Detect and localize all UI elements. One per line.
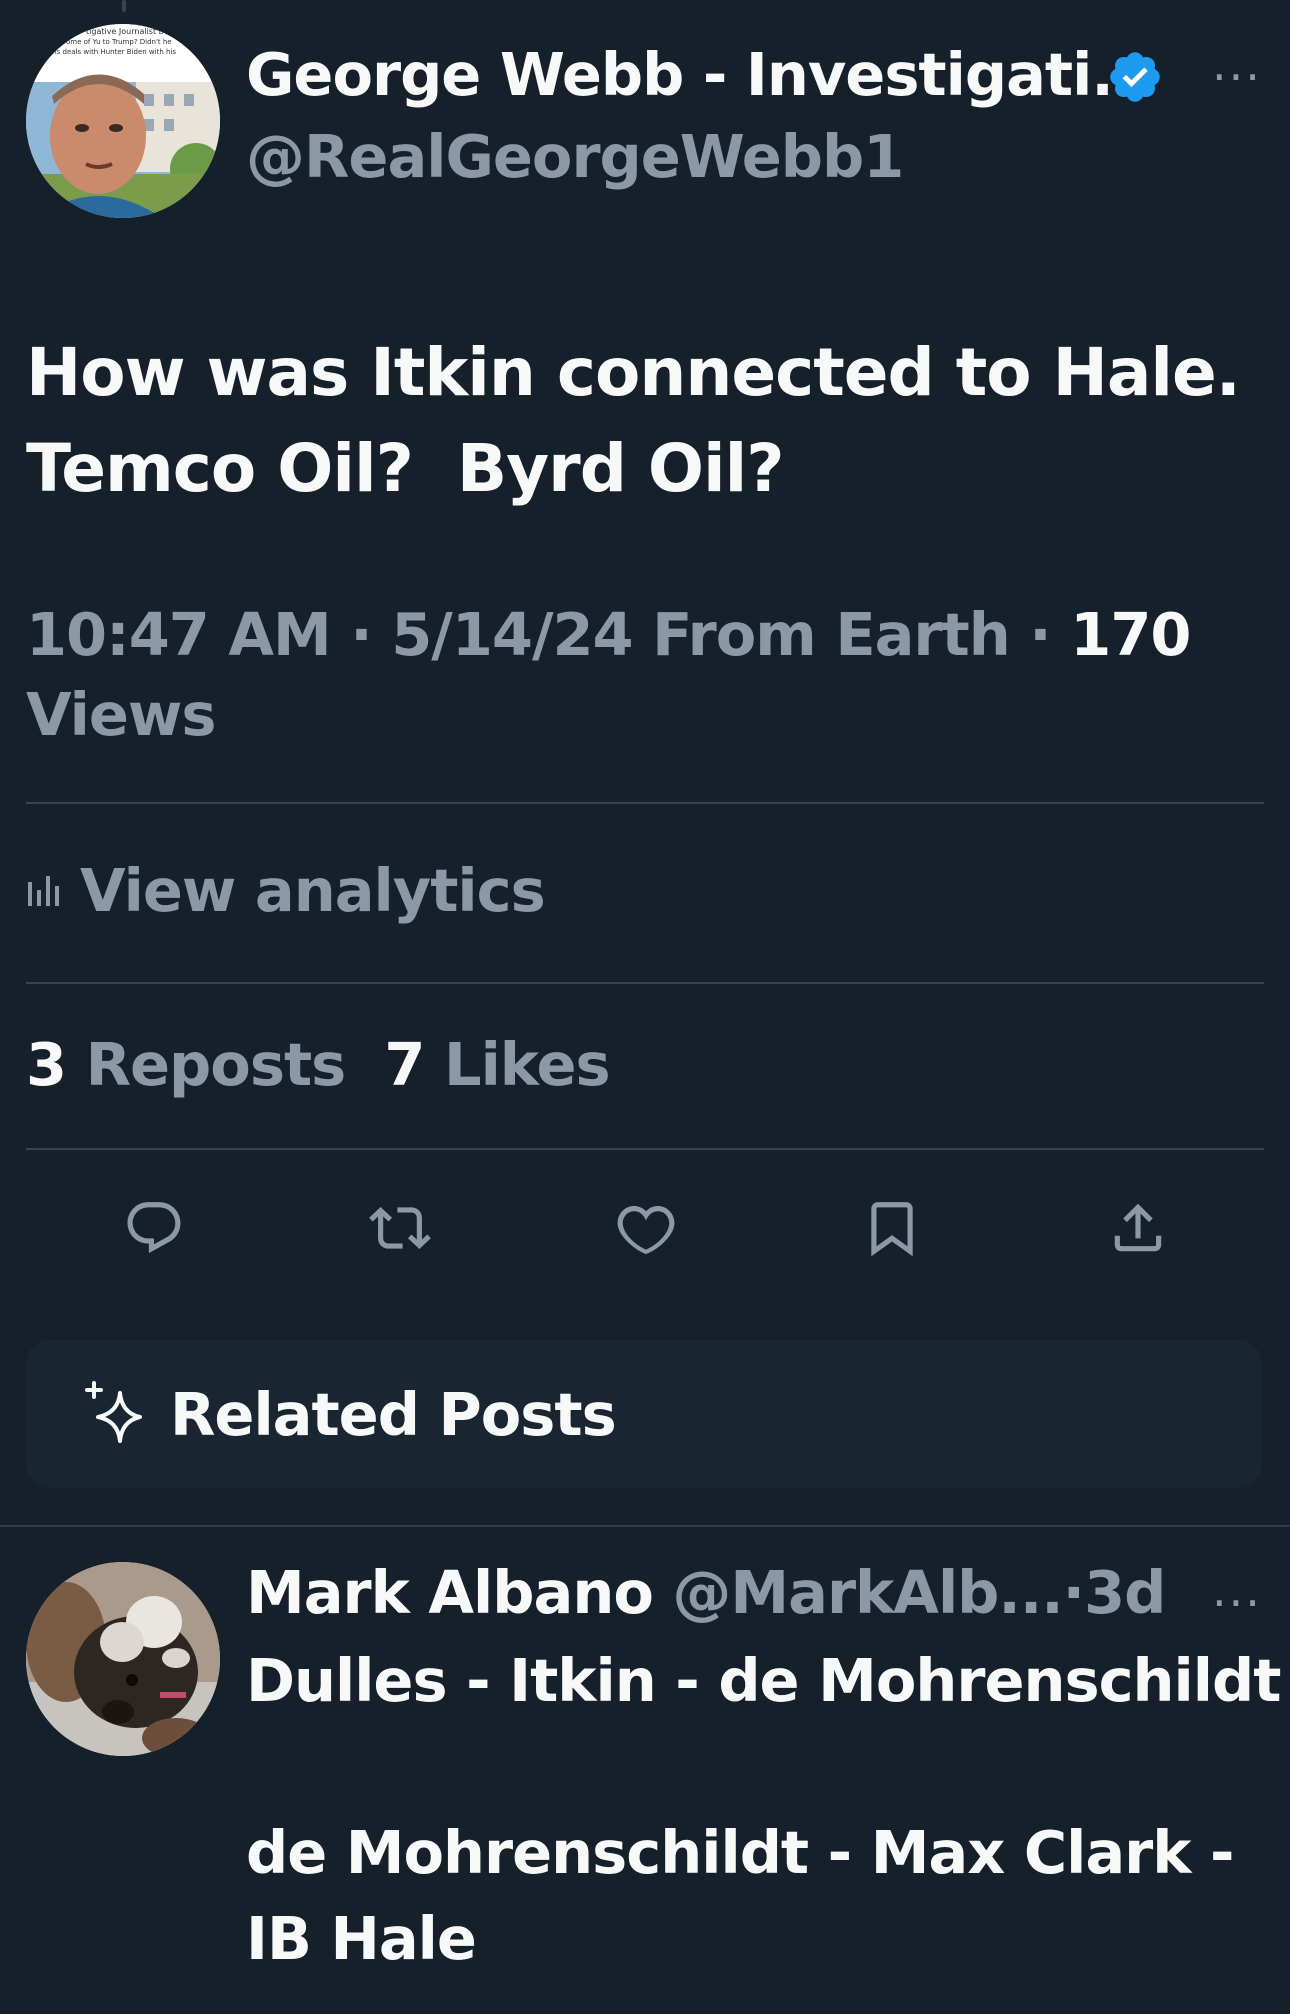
thread-connector <box>122 0 126 12</box>
more-options-icon[interactable]: ··· <box>1212 50 1262 104</box>
reply-text: Dulles - Itkin - de Mohrenschildt de Moh… <box>246 1638 1281 1982</box>
author-handle[interactable]: @RealGeorgeWebb1 <box>246 122 904 191</box>
bookmark-icon[interactable] <box>852 1188 932 1268</box>
sparkle-icon <box>80 1379 150 1449</box>
meta-separator: · <box>1029 600 1051 669</box>
reply-author-handle[interactable]: @MarkAlb... <box>672 1558 1063 1627</box>
view-analytics-link[interactable]: View analytics <box>26 850 546 930</box>
author-avatar[interactable]: tigative Journalist b ome of Yu to Trump… <box>26 24 220 218</box>
related-posts-label: Related Posts <box>170 1379 617 1449</box>
reply-icon[interactable] <box>114 1188 194 1268</box>
avatar-caption-line-2: ome of Yu to Trump? Didn't he <box>66 38 172 46</box>
likes-label: Likes <box>443 1030 611 1099</box>
reply-separator: · <box>1062 1558 1085 1627</box>
divider <box>26 982 1264 984</box>
avatar-caption-line-1: tigative Journalist b <box>86 27 164 36</box>
reply-header: Mark Albano @MarkAlb...·3d <box>246 1558 1166 1627</box>
reply-text-line: de Mohrenschildt - Max Clark - <box>246 1818 1235 1887</box>
repost-icon[interactable] <box>360 1188 440 1268</box>
tweet-text-line: How was Itkin connected to Hale. <box>26 334 1241 411</box>
tweet-source: From Earth <box>652 600 1011 669</box>
views-count: 170 <box>1070 600 1191 669</box>
divider <box>26 802 1264 804</box>
likes-count: 7 <box>384 1030 425 1099</box>
tweet-date[interactable]: 5/14/24 <box>391 600 633 669</box>
tweet-text-line: Temco Oil? Byrd Oil? <box>26 430 785 507</box>
view-analytics-label: View analytics <box>80 855 546 925</box>
reply-author-avatar[interactable] <box>26 1562 220 1756</box>
tweet-time[interactable]: 10:47 AM <box>26 600 332 669</box>
reply-text-line <box>246 1724 1266 1810</box>
like-icon[interactable] <box>606 1188 686 1268</box>
reposts-label: Reposts <box>85 1030 347 1099</box>
reply-text-line: IB Hale <box>246 1904 477 1973</box>
section-separator <box>0 1525 1290 1527</box>
reposts-count: 3 <box>26 1030 67 1099</box>
divider <box>26 1148 1264 1150</box>
tweet-text: How was Itkin connected to Hale. Temco O… <box>26 325 1241 517</box>
views-label: Views <box>26 680 217 749</box>
author-name[interactable]: George Webb - Investigati... <box>246 40 1157 109</box>
reply-text-line: Dulles - Itkin - de Mohrenschildt <box>246 1646 1281 1715</box>
avatar-caption-line-3: ions deals with Hunter Biden with his <box>46 48 176 56</box>
analytics-bars-icon <box>26 868 62 912</box>
likes-stat[interactable]: 7 Likes <box>384 1030 611 1099</box>
related-posts-panel[interactable]: Related Posts <box>26 1340 1262 1488</box>
tweet-meta: 10:47 AM · 5/14/24 From Earth · 170 View… <box>26 595 1226 755</box>
reply-author-name[interactable]: Mark Albano <box>246 1558 654 1627</box>
verified-badge-icon <box>1106 48 1164 106</box>
reply-time[interactable]: 3d <box>1084 1558 1166 1627</box>
reply-more-options-icon[interactable]: ··· <box>1212 1576 1262 1630</box>
meta-separator: · <box>350 600 372 669</box>
reposts-stat[interactable]: 3 Reposts <box>26 1030 347 1099</box>
engagement-counts: 3 Reposts 7 Likes <box>26 1030 611 1099</box>
share-icon[interactable] <box>1098 1188 1178 1268</box>
